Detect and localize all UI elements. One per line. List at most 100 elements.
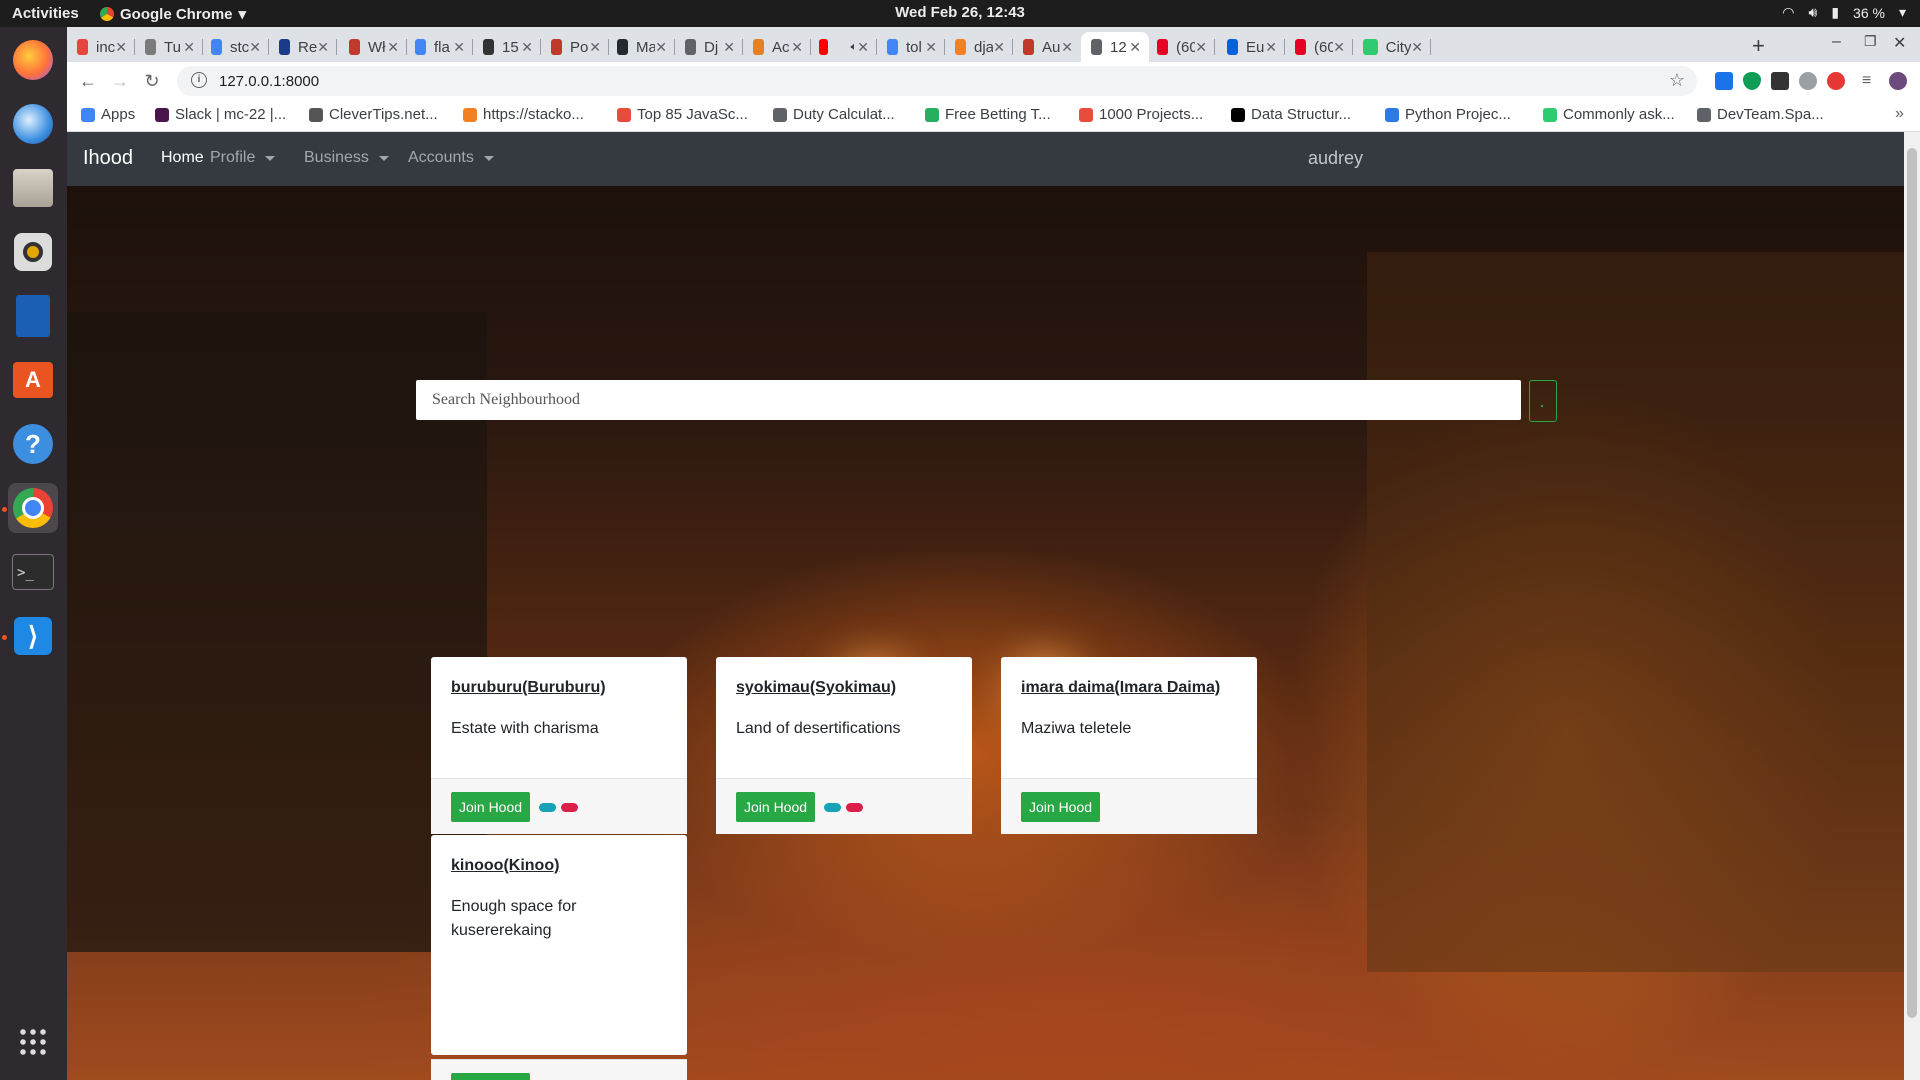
browser-tab[interactable]: Ma ✕ [607, 32, 675, 62]
search-input[interactable] [416, 380, 1521, 420]
edit-badge-button[interactable] [824, 803, 841, 812]
chrome-dock-icon[interactable] [8, 483, 58, 533]
tab-close-icon[interactable]: ✕ [115, 39, 127, 56]
tab-close-icon[interactable]: ✕ [1061, 39, 1073, 56]
address-bar[interactable]: i 127.0.0.1:8000 ☆ [177, 66, 1697, 96]
vscode-icon[interactable]: ⟩ [8, 611, 58, 661]
adblock-extension-icon[interactable] [1827, 72, 1845, 90]
bookmark-item[interactable]: Free Betting T... [925, 106, 1051, 123]
tab-close-icon[interactable]: ✕ [993, 39, 1005, 56]
system-tray[interactable]: ◠ 🔊︎ ▮ 36 % ▾ [1782, 4, 1906, 21]
help-icon[interactable]: ? [8, 419, 58, 469]
browser-tab[interactable]: 🔈︎ ✕ [809, 32, 877, 62]
terminal-icon[interactable]: >_ [8, 547, 58, 597]
browser-tab[interactable]: Ac ✕ [743, 32, 811, 62]
browser-tab[interactable]: tol ✕ [877, 32, 945, 62]
tab-close-icon[interactable]: ✕ [655, 39, 667, 56]
activities-button[interactable]: Activities [12, 5, 79, 22]
browser-tab[interactable]: Wł ✕ [339, 32, 407, 62]
tab-close-icon[interactable]: ✕ [1333, 39, 1345, 56]
username[interactable]: audrey [1308, 148, 1363, 169]
back-button[interactable]: ← [77, 70, 99, 92]
edit-badge-button[interactable] [539, 803, 556, 812]
browser-tab[interactable]: (60 ✕ [1285, 32, 1353, 62]
tab-close-icon[interactable]: ✕ [791, 39, 803, 56]
delete-badge-button[interactable] [561, 803, 578, 812]
scrollbar-thumb[interactable] [1907, 148, 1917, 1018]
files-icon[interactable] [8, 163, 58, 213]
info-icon[interactable]: i [191, 72, 207, 88]
site-brand[interactable]: Ihood [83, 147, 133, 170]
tab-close-icon[interactable]: ✕ [317, 39, 329, 56]
browser-tab[interactable]: City N✕ [1353, 32, 1431, 62]
tab-close-icon[interactable]: ✕ [387, 39, 399, 56]
bookmark-item[interactable]: https://stacko... [463, 106, 584, 123]
firefox-icon[interactable] [8, 35, 58, 85]
browser-tab[interactable]: Au ✕ [1013, 32, 1081, 62]
tab-close-icon[interactable]: ✕ [1129, 39, 1141, 56]
tab-close-icon[interactable]: ✕ [925, 39, 937, 56]
show-applications-icon[interactable] [8, 1017, 58, 1067]
media-control-icon[interactable]: ≡ [1862, 72, 1880, 90]
tab-close-icon[interactable]: ✕ [857, 39, 869, 56]
writer-icon[interactable] [8, 291, 58, 341]
bookmark-item[interactable]: CleverTips.net... [309, 106, 438, 123]
delete-badge-button[interactable] [846, 803, 863, 812]
hood-title-link[interactable]: syokimau(Syokimau) [736, 679, 952, 697]
shield-extension-icon[interactable] [1743, 72, 1761, 90]
tab-close-icon[interactable]: ✕ [723, 39, 735, 56]
speaker-icon[interactable]: 🔈︎ [851, 41, 858, 54]
forward-button[interactable]: → [109, 70, 131, 92]
software-center-icon[interactable]: A [8, 355, 58, 405]
bookmarks-overflow-icon[interactable]: » [1895, 105, 1904, 123]
rhythmbox-icon[interactable] [8, 227, 58, 277]
tab-close-icon[interactable]: ✕ [1411, 39, 1423, 56]
hood-title-link[interactable]: imara daima(Imara Daima) [1021, 679, 1237, 697]
browser-tab[interactable]: Tu ✕ [135, 32, 203, 62]
tab-close-icon[interactable]: ✕ [1195, 39, 1207, 56]
clock[interactable]: Wed Feb 26, 12:43 [0, 4, 1920, 21]
browser-tab[interactable]: Re ✕ [269, 32, 337, 62]
bookmark-item[interactable]: Slack | mc-22 |... [155, 106, 286, 123]
bookmark-item[interactable]: Python Projec... [1385, 106, 1511, 123]
tab-close-icon[interactable]: ✕ [589, 39, 601, 56]
browser-tab[interactable]: (60 ✕ [1147, 32, 1215, 62]
join-hood-button[interactable]: Join Hood [1021, 792, 1101, 822]
tab-close-icon[interactable]: ✕ [183, 39, 195, 56]
tab-close-icon[interactable]: ✕ [249, 39, 261, 56]
download-extension-icon[interactable] [1715, 72, 1733, 90]
avatar[interactable] [1889, 72, 1907, 90]
nav-business-dropdown[interactable]: Business [304, 149, 389, 167]
new-tab-button[interactable]: + [1752, 33, 1765, 59]
join-hood-button[interactable]: Join Hood [451, 792, 531, 822]
search-button[interactable] [1529, 380, 1557, 422]
scrollbar[interactable] [1904, 132, 1920, 1080]
browser-tab[interactable]: Eu ✕ [1217, 32, 1285, 62]
nav-home[interactable]: Home [161, 149, 204, 167]
browser-tab[interactable]: stc ✕ [201, 32, 269, 62]
browser-tab[interactable]: Po ✕ [541, 32, 609, 62]
bookmark-item[interactable]: Commonly ask... [1543, 106, 1675, 123]
maximize-button[interactable]: ❐ [1864, 33, 1877, 50]
browser-tab[interactable]: fla ✕ [405, 32, 473, 62]
hood-title-link[interactable]: kinooo(Kinoo) [451, 857, 667, 875]
reload-button[interactable]: ↻ [141, 70, 163, 92]
gray-extension-icon[interactable] [1799, 72, 1817, 90]
browser-tab[interactable]: inc ✕ [67, 32, 135, 62]
bookmark-item[interactable]: Top 85 JavaSc... [617, 106, 748, 123]
nav-profile-dropdown[interactable]: Profile [210, 149, 276, 167]
close-window-button[interactable]: ✕ [1893, 33, 1906, 53]
bookmark-item[interactable]: 1000 Projects... [1079, 106, 1203, 123]
join-hood-button[interactable]: Join Hood [451, 1073, 531, 1080]
cube-extension-icon[interactable] [1771, 72, 1789, 90]
bookmark-item[interactable]: DevTeam.Spa... [1697, 106, 1824, 123]
browser-tab[interactable]: 15 ✕ [473, 32, 541, 62]
bookmark-item[interactable]: Data Structur... [1231, 106, 1351, 123]
bookmark-item[interactable]: Apps [81, 106, 135, 123]
minimize-button[interactable]: ‒ [1832, 33, 1841, 51]
tab-close-icon[interactable]: ✕ [1265, 39, 1277, 56]
join-hood-button[interactable]: Join Hood [736, 792, 816, 822]
hood-title-link[interactable]: buruburu(Buruburu) [451, 679, 667, 697]
browser-tab[interactable]: Dj ✕ [675, 32, 743, 62]
app-menu[interactable]: Google Chrome ▾ [100, 5, 246, 23]
